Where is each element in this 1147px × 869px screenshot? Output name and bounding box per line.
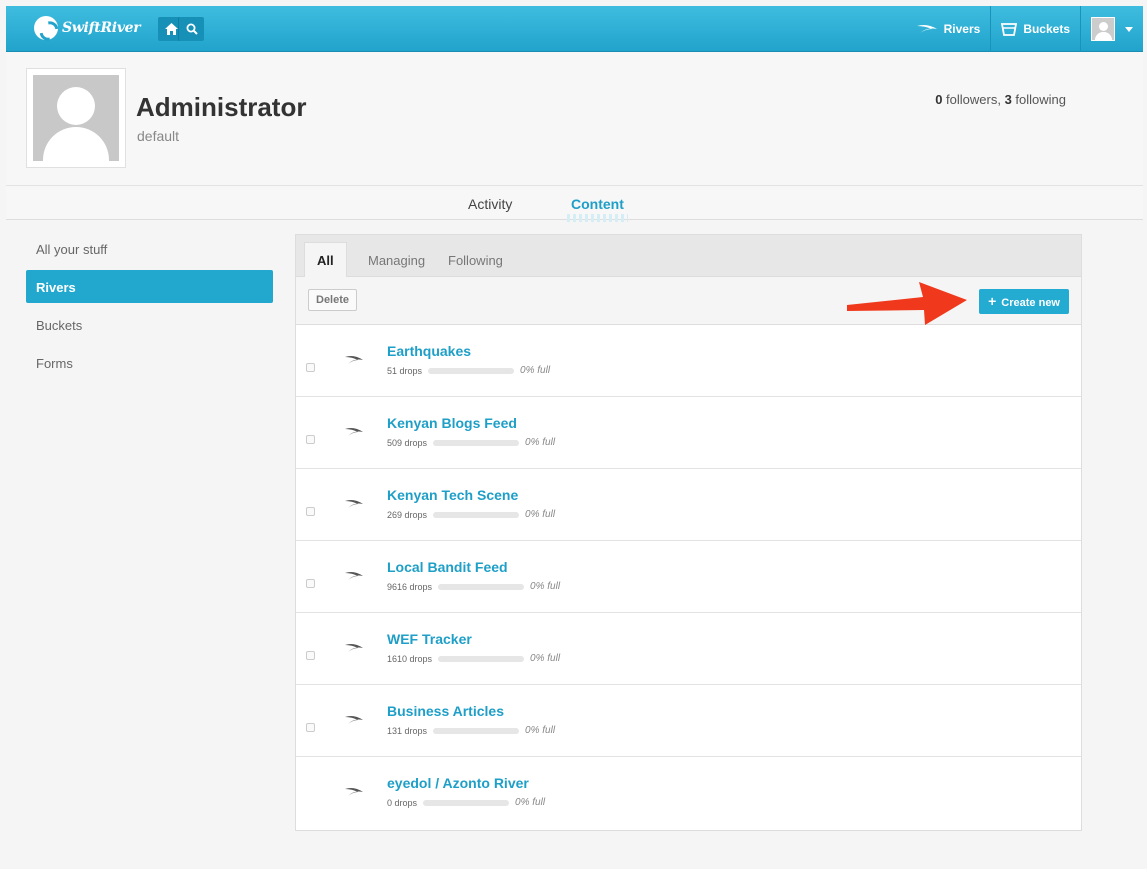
river-row: Earthquakes 51 drops 0% full bbox=[296, 325, 1081, 397]
river-checkbox[interactable] bbox=[306, 435, 315, 444]
river-checkbox[interactable] bbox=[306, 363, 315, 372]
swiftriver-logo[interactable]: SwiftRiver bbox=[34, 16, 141, 40]
create-new-button[interactable]: + Create new bbox=[979, 289, 1069, 314]
following-label[interactable]: following bbox=[1012, 92, 1066, 107]
annotation-arrow-icon bbox=[847, 282, 967, 325]
sidebar-item-buckets[interactable]: Buckets bbox=[26, 308, 273, 341]
bucket-icon bbox=[1001, 23, 1018, 36]
river-capacity-label: 0% full bbox=[525, 437, 556, 448]
followers-label[interactable]: followers, bbox=[942, 92, 1004, 107]
river-row: Business Articles 131 drops 0% full bbox=[296, 685, 1081, 757]
profile-subtitle: default bbox=[137, 128, 180, 144]
river-list: Earthquakes 51 drops 0% full Kenyan Blogs F… bbox=[296, 325, 1081, 829]
river-title[interactable]: Kenyan Tech Scene bbox=[387, 487, 518, 503]
river-capacity-bar bbox=[433, 727, 520, 734]
river-capacity-bar bbox=[438, 655, 525, 662]
river-icon bbox=[345, 644, 363, 652]
river-icon bbox=[345, 500, 363, 508]
user-menu[interactable] bbox=[1080, 6, 1143, 52]
tab-content[interactable]: Content bbox=[567, 196, 628, 222]
river-capacity-label: 0% full bbox=[530, 653, 561, 664]
sidebar-item-forms[interactable]: Forms bbox=[26, 346, 273, 379]
subtab-managing[interactable]: Managing bbox=[368, 253, 425, 268]
river-capacity-bar bbox=[433, 439, 520, 446]
river-capacity-label: 0% full bbox=[525, 509, 556, 520]
river-drop-count: 0 drops bbox=[387, 797, 418, 808]
river-checkbox[interactable] bbox=[306, 507, 315, 516]
river-meta: 0 drops 0% full bbox=[387, 797, 545, 808]
sidebar-item-rivers[interactable]: Rivers bbox=[26, 270, 273, 303]
river-capacity-label: 0% full bbox=[520, 365, 551, 376]
plus-icon: + bbox=[988, 293, 997, 309]
river-meta: 269 drops 0% full bbox=[387, 509, 555, 520]
nav-rivers[interactable]: Rivers bbox=[906, 6, 991, 52]
river-icon bbox=[345, 788, 363, 796]
river-row: Local Bandit Feed 9616 drops 0% full bbox=[296, 541, 1081, 613]
top-navigation-bar: SwiftRiver Rivers Buckets bbox=[6, 6, 1143, 52]
default-avatar-icon bbox=[33, 75, 119, 161]
sidebar-item-all-your-stuff[interactable]: All your stuff bbox=[26, 232, 273, 265]
search-button[interactable] bbox=[178, 17, 204, 41]
river-capacity-bar bbox=[428, 367, 515, 374]
river-drop-count: 1610 drops bbox=[387, 653, 433, 664]
river-meta: 51 drops 0% full bbox=[387, 365, 550, 376]
river-meta: 509 drops 0% full bbox=[387, 437, 555, 448]
subtab-all[interactable]: All bbox=[304, 242, 347, 278]
river-drop-count: 131 drops bbox=[387, 725, 428, 736]
nav-rivers-label: Rivers bbox=[943, 22, 981, 36]
river-title[interactable]: WEF Tracker bbox=[387, 631, 472, 647]
profile-tabs: Activity Content bbox=[6, 186, 1143, 222]
home-icon bbox=[164, 23, 178, 35]
create-new-label: Create new bbox=[1001, 297, 1060, 309]
river-capacity-label: 0% full bbox=[525, 725, 556, 736]
river-title[interactable]: Earthquakes bbox=[387, 343, 471, 359]
river-capacity-bar bbox=[433, 511, 520, 518]
river-icon bbox=[345, 356, 363, 364]
river-drop-count: 9616 drops bbox=[387, 581, 433, 592]
profile-name: Administrator bbox=[136, 92, 307, 122]
river-drop-count: 51 drops bbox=[387, 365, 423, 376]
search-icon bbox=[186, 23, 198, 35]
content-subtabs: All Managing Following bbox=[296, 235, 1081, 278]
follow-stats: 0 followers, 3 following bbox=[935, 92, 1066, 107]
river-meta: 131 drops 0% full bbox=[387, 725, 555, 736]
river-capacity-bar bbox=[438, 583, 525, 590]
profile-header: Administrator default 0 followers, 3 fol… bbox=[6, 52, 1143, 186]
river-row: eyedol / Azonto River 0 drops 0% full bbox=[296, 757, 1081, 829]
tab-activity[interactable]: Activity bbox=[468, 196, 512, 212]
river-checkbox[interactable] bbox=[306, 579, 315, 588]
river-checkbox[interactable] bbox=[306, 723, 315, 732]
river-capacity-bar bbox=[423, 799, 510, 806]
subtab-following[interactable]: Following bbox=[448, 253, 503, 268]
river-icon bbox=[916, 25, 937, 33]
river-meta: 9616 drops 0% full bbox=[387, 581, 560, 592]
logo-text: SwiftRiver bbox=[62, 20, 141, 36]
sidebar: All your stuff Rivers Buckets Forms bbox=[26, 232, 273, 384]
chevron-down-icon bbox=[1125, 26, 1133, 32]
river-icon bbox=[345, 572, 363, 580]
river-title[interactable]: Business Articles bbox=[387, 703, 504, 719]
river-checkbox[interactable] bbox=[306, 651, 315, 660]
river-capacity-label: 0% full bbox=[530, 581, 561, 592]
river-title[interactable]: Local Bandit Feed bbox=[387, 559, 508, 575]
river-row: Kenyan Tech Scene 269 drops 0% full bbox=[296, 469, 1081, 541]
river-drop-count: 269 drops bbox=[387, 509, 428, 520]
river-row: WEF Tracker 1610 drops 0% full bbox=[296, 613, 1081, 685]
river-title[interactable]: Kenyan Blogs Feed bbox=[387, 415, 517, 431]
swiftriver-logo-icon bbox=[34, 16, 58, 40]
river-meta: 1610 drops 0% full bbox=[387, 653, 560, 664]
user-avatar-icon bbox=[1091, 17, 1115, 41]
river-title[interactable]: eyedol / Azonto River bbox=[387, 775, 529, 791]
profile-avatar bbox=[26, 68, 126, 168]
nav-buckets[interactable]: Buckets bbox=[990, 6, 1080, 52]
river-icon bbox=[345, 428, 363, 436]
river-icon bbox=[345, 716, 363, 724]
river-capacity-label: 0% full bbox=[515, 797, 546, 808]
following-count[interactable]: 3 bbox=[1005, 92, 1012, 107]
river-drop-count: 509 drops bbox=[387, 437, 428, 448]
delete-button[interactable]: Delete bbox=[308, 289, 358, 311]
river-row: Kenyan Blogs Feed 509 drops 0% full bbox=[296, 397, 1081, 469]
nav-buckets-label: Buckets bbox=[1023, 22, 1070, 36]
